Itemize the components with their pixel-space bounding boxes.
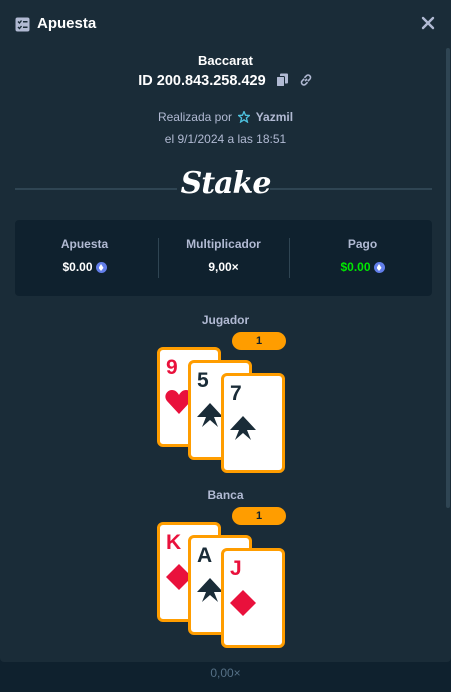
player-score-badge: 1 [232,332,286,350]
banker-score-badge: 1 [232,507,286,525]
game-name: Baccarat [198,53,253,68]
stat-payout: Pago $0.00 [293,220,432,296]
stat-payout-value: $0.00 [340,260,371,274]
stat-bet-label: Apuesta [60,237,109,251]
eth-icon [95,262,107,273]
stat-payout-label: Pago [347,237,378,251]
card-rank: K [166,531,182,554]
stat-multiplier: Multiplicador 9,00× [154,220,293,296]
copy-icon[interactable] [275,73,289,87]
stat-multiplier-value: 9,00× [208,260,239,274]
modal-title: Apuesta [37,15,97,32]
bet-date: el 9/1/2024 a las 18:51 [164,132,287,146]
banker-label: Banca [207,488,244,502]
bet-slip-icon [15,17,30,32]
bet-details-modal: Apuesta Baccarat ID 200.843.258.429 Real… [0,0,451,662]
stat-multiplier-label: Multiplicador [186,237,261,251]
card-rank: 9 [166,356,178,379]
link-icon[interactable] [299,73,313,87]
stat-bet: Apuesta $0.00 [15,220,154,296]
username-link[interactable]: Yazmil [256,110,293,124]
stat-separator [289,238,290,278]
card-rank: 5 [197,369,209,392]
bet-stats-panel: Apuesta $0.00 Multiplicador 9,00× Pago $… [15,220,432,296]
vip-star-icon [237,109,252,124]
modal-header: Apuesta [0,0,451,50]
background-multiplier: 0,00× [210,666,241,680]
bet-id: ID 200.843.258.429 [138,73,266,89]
eth-icon [373,262,385,273]
stake-logo: Stake [180,166,272,201]
divider-right [270,188,432,190]
card-rank: J [230,557,242,580]
stat-bet-value: $0.00 [62,260,93,274]
close-icon[interactable] [417,12,439,34]
placed-by-prefix: Realizada por [157,110,232,124]
card-rank: A [197,544,213,567]
stat-bet-value-row: $0.00 [15,260,154,274]
player-label: Jugador [201,313,250,327]
spades-icon [230,416,256,440]
diamonds-icon [230,590,256,616]
bet-id-row: ID 200.843.258.429 [0,73,451,89]
banker-card-3: J [221,548,285,648]
stat-payout-value-row: $0.00 [293,260,432,274]
placed-by: Realizada por Yazmil [0,109,451,124]
player-card-3: 7 [221,373,285,473]
card-rank: 7 [230,382,242,405]
